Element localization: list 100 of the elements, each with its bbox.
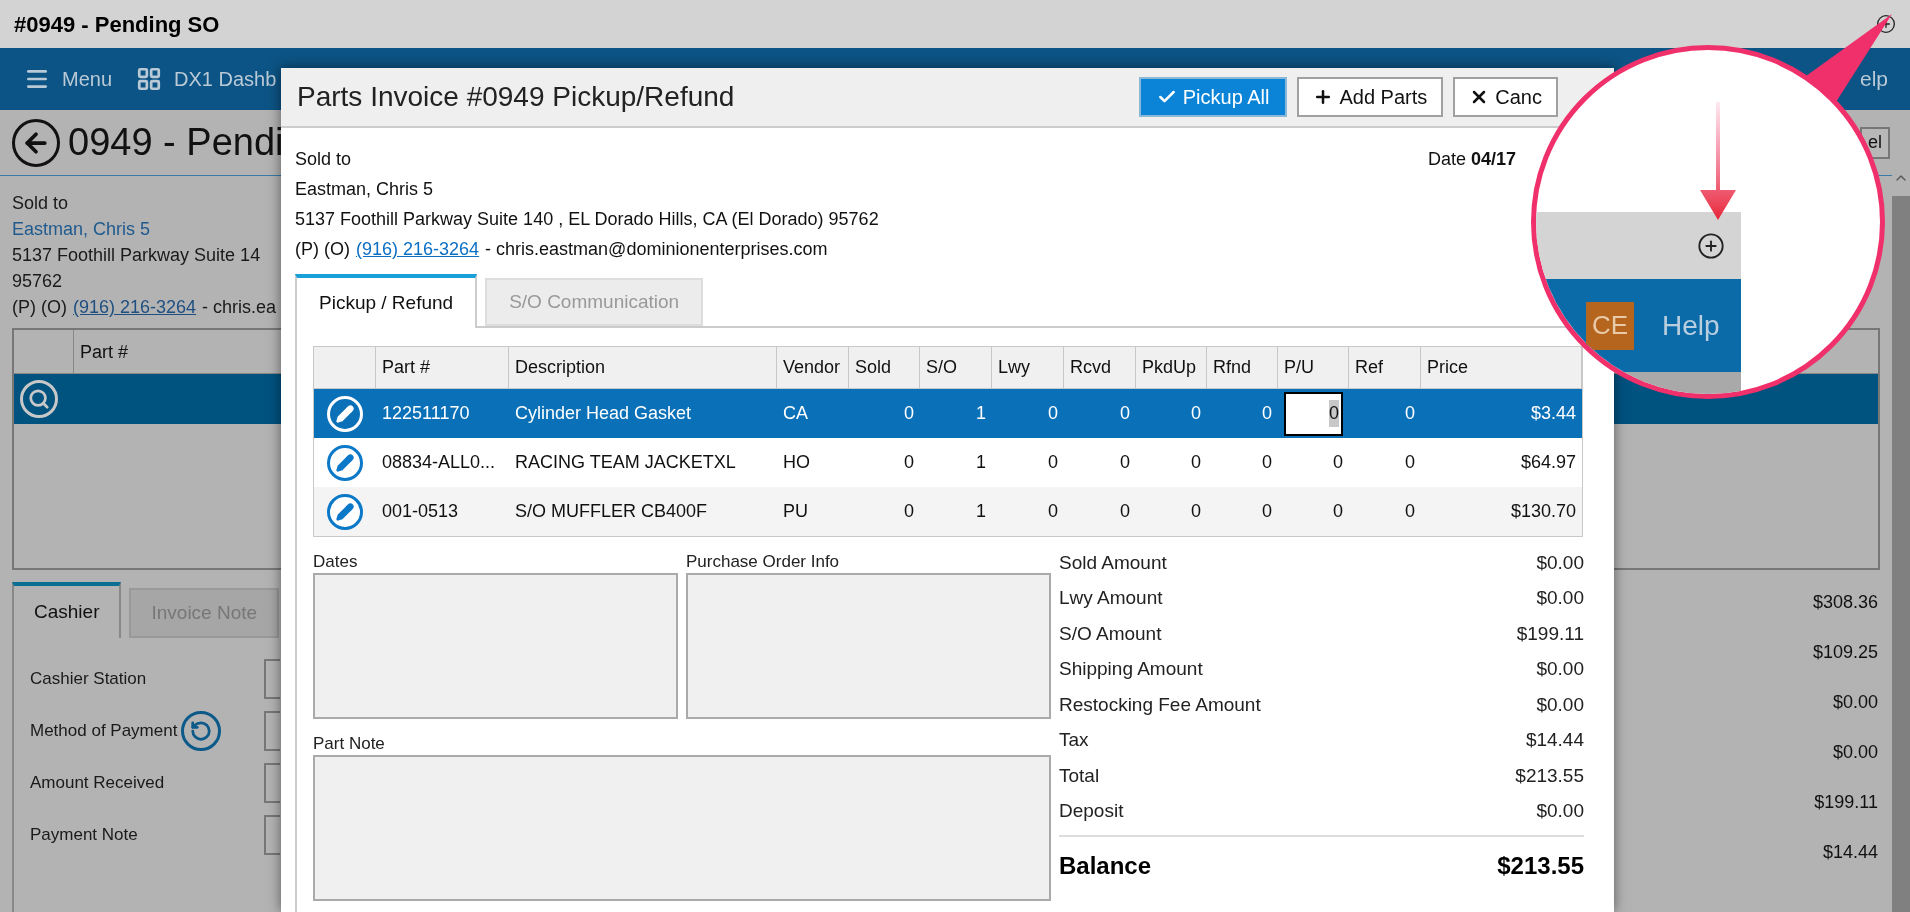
column-header: Part #	[79, 341, 130, 364]
window-title: #0949 - Pending SO	[14, 10, 220, 39]
phone-type: (P) (O)	[12, 296, 67, 319]
total-label: Lwy Amount	[1059, 586, 1163, 610]
total-value: $0.00	[1536, 586, 1584, 610]
field-label: Method of Payment	[30, 720, 178, 743]
total-label: Total	[1059, 763, 1100, 788]
table-cell-text: 001-0513	[382, 500, 459, 523]
dialog-button[interactable]: Add Parts	[1297, 77, 1444, 117]
nav-item[interactable]: Menu	[24, 64, 113, 94]
dialog-button[interactable]: Pickup All	[1138, 77, 1288, 117]
total-value: $213.55	[1515, 763, 1584, 788]
table-cell-text: HO	[783, 451, 810, 474]
table-cell-text: $3.44	[1530, 402, 1576, 425]
table-cell-text: 0	[1262, 500, 1272, 523]
table-cell-text: 0	[1405, 402, 1415, 425]
box-label: Part Note	[313, 733, 385, 755]
table-cell-text: 0	[904, 500, 914, 523]
table-cell-text: 0	[1191, 402, 1201, 425]
tab[interactable]: Pickup / Refund	[295, 274, 478, 328]
phone-type: (P) (O)	[295, 238, 350, 261]
column-header: Rcvd	[1070, 356, 1111, 379]
table-cell-text: 0	[1048, 402, 1058, 425]
page-heading: 0949 - Pendi	[68, 120, 284, 165]
table-row[interactable]: 122511170 Cylinder Head Gasket CA 0 1 0 0 0 0 0 0 $3.44	[314, 389, 1582, 438]
amount-text: $308.36	[1812, 591, 1878, 614]
address-text: 5137 Foothill Parkway Suite 140 , EL Dorado Hills, CA (El Dorado) 95762	[295, 208, 879, 231]
total-label: S/O Amount	[1059, 621, 1162, 646]
add-icon[interactable]	[1876, 14, 1896, 34]
total-value: $14.44	[1525, 728, 1584, 752]
total-value: $0.00	[1536, 692, 1584, 717]
table-cell-text: 1	[976, 402, 986, 425]
invoice-date: Date 04/17	[1427, 148, 1516, 171]
edit-icon[interactable]	[327, 444, 363, 481]
balance-label: Balance	[1059, 851, 1152, 881]
table-cell-text: 0	[1191, 451, 1201, 474]
total-value: $199.11	[1516, 621, 1584, 646]
total-label: Restocking Fee Amount	[1059, 692, 1261, 717]
total-label: Tax	[1059, 728, 1089, 752]
field-label: Cashier Station	[30, 668, 147, 691]
nav-item[interactable]: DX1 Dashb	[136, 64, 277, 94]
sold-to-label: Sold to	[12, 192, 69, 215]
amount-text: $0.00	[1832, 741, 1878, 764]
table-cell-text: 0	[1048, 451, 1058, 474]
email-text: - chris.ea	[202, 296, 277, 319]
address-text: 5137 Foothill Parkway Suite 14	[12, 244, 261, 267]
field-label: Payment Note	[30, 824, 138, 847]
total-label: Sold Amount	[1059, 550, 1167, 575]
tab[interactable]: Cashier	[12, 582, 122, 638]
total-value: $0.00	[1536, 799, 1584, 823]
table-cell-text: 0	[1262, 402, 1272, 425]
edit-icon[interactable]	[327, 493, 363, 530]
grid-icon	[136, 66, 163, 92]
total-label: Deposit	[1059, 799, 1124, 823]
table-cell-text: $64.97	[1520, 451, 1576, 474]
box-label: Dates	[313, 551, 358, 573]
total-value: $0.00	[1536, 657, 1584, 681]
user-avatar[interactable]: CE	[1586, 301, 1634, 350]
phone-link[interactable]: (916) 216-3264	[356, 234, 480, 264]
scrollbar[interactable]	[1892, 196, 1910, 912]
quantity-input[interactable]: 0	[1284, 391, 1343, 436]
add-icon[interactable]	[1697, 231, 1725, 260]
total-label: Shipping Amount	[1059, 657, 1203, 681]
table-row[interactable]: 001-0513 S/O MUFFLER CB400F PU 0 1 0 0 0 0 0 0 $130.70	[314, 487, 1582, 536]
dialog-button[interactable]: Canc	[1453, 77, 1558, 117]
help-link[interactable]: Help	[1662, 304, 1720, 347]
column-header: Lwy	[998, 356, 1030, 379]
field-label: Amount Received	[30, 772, 165, 795]
table-cell-text: 0	[1262, 451, 1272, 474]
search-icon[interactable]	[20, 380, 58, 418]
column-header: Part #	[382, 356, 431, 379]
box-label: Purchase Order Info	[686, 551, 840, 573]
table-cell-text: 0	[1048, 500, 1058, 523]
column-header: Rfnd	[1213, 356, 1252, 379]
zip-text: 95762	[12, 270, 63, 293]
back-icon[interactable]	[12, 118, 60, 167]
table-cell-text: 1	[976, 451, 986, 474]
table-cell-text: 0	[904, 402, 914, 425]
table-cell-text: 0	[1405, 500, 1415, 523]
amount-text: $0.00	[1832, 691, 1878, 714]
column-header: Ref	[1355, 356, 1383, 379]
table-cell-text: CA	[783, 402, 808, 425]
table-cell-text: 0	[1120, 451, 1130, 474]
total-value: $0.00	[1536, 550, 1584, 575]
table-cell-text: 0	[1191, 500, 1201, 523]
table-cell-text: 1	[976, 500, 986, 523]
table-cell-text: PU	[783, 500, 808, 523]
table-cell-text: $130.70	[1510, 500, 1576, 523]
amount-text: $14.44	[1822, 841, 1878, 864]
column-header: Vendor	[783, 356, 841, 379]
table-cell-text: Cylinder Head Gasket	[515, 402, 692, 425]
column-header: PkdUp	[1142, 356, 1197, 379]
amount-text: $109.25	[1812, 641, 1878, 664]
customer-name: Eastman, Chris 5	[295, 178, 434, 201]
balance-value: $213.55	[1497, 851, 1584, 881]
sold-to-label: Sold to	[295, 148, 352, 171]
customer-link[interactable]: Eastman, Chris 5	[12, 216, 151, 242]
refresh-icon[interactable]	[181, 711, 222, 751]
phone-link[interactable]: (916) 216-3264	[73, 294, 197, 320]
column-header: S/O	[926, 356, 957, 379]
